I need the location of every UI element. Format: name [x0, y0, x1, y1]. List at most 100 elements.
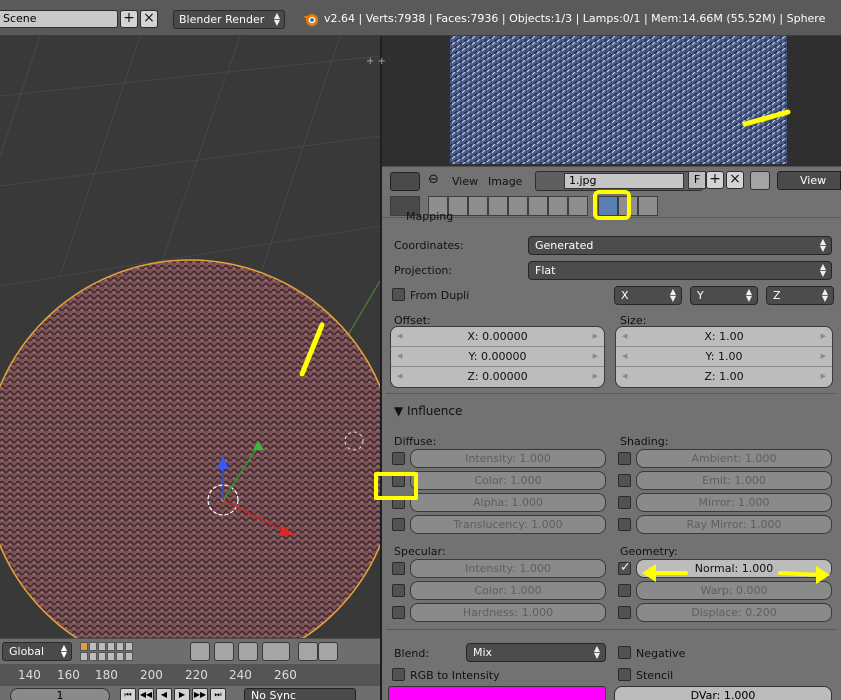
collapse-icon[interactable]: ⊖	[428, 172, 439, 187]
normal-field[interactable]: Normal: 1.000	[636, 559, 832, 578]
ray-mirror-checkbox[interactable]	[618, 518, 631, 531]
render-layers-icon[interactable]	[190, 642, 210, 661]
remove-scene-button[interactable]: ×	[140, 10, 158, 28]
timeline-ruler[interactable]: 140 160 180 200 220 240 260	[0, 664, 380, 686]
mirror-checkbox[interactable]	[618, 496, 631, 509]
warp-field[interactable]: Warp: 0.000	[636, 581, 832, 600]
size-vector[interactable]: ◀ X: 1.00 ▶ ◀ Y: 1.00 ▶ ◀ Z: 1.00 ▶	[615, 326, 833, 388]
object-tab-icon[interactable]	[488, 196, 508, 216]
size-z-field[interactable]: ◀ Z: 1.00 ▶	[616, 367, 832, 387]
map-x-dropdown[interactable]: X ▲ ▼	[614, 286, 682, 305]
map-y-dropdown[interactable]: Y ▲ ▼	[690, 286, 758, 305]
translucency-field[interactable]: Translucency: 1.000	[410, 515, 606, 534]
world-tab-icon[interactable]	[468, 196, 488, 216]
size-y-field[interactable]: ◀ Y: 1.00 ▶	[616, 347, 832, 367]
rgb-to-intensity-checkbox[interactable]	[392, 668, 405, 681]
ambient-checkbox[interactable]	[618, 452, 631, 465]
render-engine-label: Blender Render	[179, 13, 265, 26]
sync-mode-dropdown[interactable]: No Sync	[244, 688, 356, 700]
diffuse-intensity-field[interactable]: Intensity: 1.000	[410, 449, 606, 468]
diffuse-alpha-field[interactable]: Alpha: 1.000	[410, 493, 606, 512]
editor-type-button[interactable]	[390, 172, 420, 191]
3d-viewport[interactable]	[0, 36, 380, 638]
pin-icon[interactable]	[750, 171, 770, 190]
specular-color-checkbox[interactable]	[392, 584, 405, 597]
hardness-field[interactable]: Hardness: 1.000	[410, 603, 606, 622]
jump-start-icon[interactable]: ⏮	[120, 688, 136, 700]
snap-target-icon[interactable]	[262, 642, 290, 661]
prev-key-icon[interactable]: ◀◀	[138, 688, 154, 700]
texture-tab-icon[interactable]	[598, 196, 618, 216]
mirror-field[interactable]: Mirror: 1.000	[636, 493, 832, 512]
unlink-image-button[interactable]: ×	[726, 171, 744, 189]
offset-y-field[interactable]: ◀ Y: 0.00000 ▶	[391, 347, 604, 367]
specular-intensity-checkbox[interactable]	[392, 562, 405, 575]
new-image-button[interactable]: +	[706, 171, 724, 189]
proportional-edit-icon[interactable]	[214, 642, 234, 661]
tick-label: 180	[95, 668, 118, 682]
warp-checkbox[interactable]	[618, 584, 631, 597]
diffuse-color-field[interactable]: Color: 1.000	[410, 471, 606, 490]
displace-field[interactable]: Displace: 0.200	[636, 603, 832, 622]
emit-checkbox[interactable]	[618, 474, 631, 487]
fake-user-button[interactable]: F	[688, 171, 706, 189]
image-editor-area[interactable]	[382, 36, 841, 166]
translucency-checkbox[interactable]	[392, 518, 405, 531]
diffuse-color-checkbox[interactable]	[392, 474, 405, 487]
image-browser[interactable]: 1.jpg	[535, 171, 703, 191]
projection-dropdown[interactable]: Flat ▲ ▼	[528, 261, 832, 280]
offset-vector[interactable]: ◀ X: 0.00000 ▶ ◀ Y: 0.00000 ▶ ◀ Z: 0.00000 ▶	[390, 326, 605, 388]
timeline-header: 1 ⏮ ◀◀ ◀ ▶ ▶▶ ⏭ No Sync	[0, 686, 380, 700]
data-tab-icon[interactable]	[548, 196, 568, 216]
mapping-panel-title[interactable]: Mapping	[406, 210, 453, 223]
shading-label: Shading:	[620, 435, 669, 448]
coordinates-dropdown[interactable]: Generated ▲ ▼	[528, 236, 832, 255]
view-mode-dropdown[interactable]: View	[777, 171, 841, 190]
size-x-field[interactable]: ◀ X: 1.00 ▶	[616, 327, 832, 347]
dvar-field[interactable]: DVar: 1.000	[614, 686, 832, 700]
render-still-icon[interactable]	[298, 642, 318, 661]
constraint-tab-icon[interactable]	[528, 196, 548, 216]
map-z-dropdown[interactable]: Z ▲ ▼	[766, 286, 834, 305]
blend-dropdown[interactable]: Mix ▲ ▼	[466, 643, 606, 662]
particles-tab-icon[interactable]	[618, 196, 638, 216]
ambient-field[interactable]: Ambient: 1.000	[636, 449, 832, 468]
diffuse-alpha-checkbox[interactable]	[392, 496, 405, 509]
menu-image[interactable]: Image	[488, 175, 522, 188]
orientation-dropdown[interactable]: Global ▲ ▼	[2, 642, 72, 661]
displace-checkbox[interactable]	[618, 606, 631, 619]
influence-panel-header[interactable]: ▼ Influence	[394, 404, 462, 418]
render-engine-dropdown[interactable]: Blender Render ▲ ▼	[173, 10, 285, 29]
play-icon[interactable]: ▶	[174, 688, 190, 700]
hardness-checkbox[interactable]	[392, 606, 405, 619]
sphere-object[interactable]	[0, 259, 380, 638]
current-frame-field[interactable]: 1	[10, 688, 110, 700]
modifier-tab-icon[interactable]	[508, 196, 528, 216]
add-scene-button[interactable]: +	[120, 10, 138, 28]
next-key-icon[interactable]: ▶▶	[192, 688, 208, 700]
offset-z-field[interactable]: ◀ Z: 0.00000 ▶	[391, 367, 604, 387]
specular-intensity-field[interactable]: Intensity: 1.000	[410, 559, 606, 578]
viewport-canvas[interactable]	[0, 36, 380, 638]
snap-toggle-icon[interactable]	[238, 642, 258, 661]
menu-view[interactable]: View	[452, 175, 478, 188]
jump-end-icon[interactable]: ⏭	[210, 688, 226, 700]
ray-mirror-field[interactable]: Ray Mirror: 1.000	[636, 515, 832, 534]
from-dupli-checkbox[interactable]	[392, 288, 405, 301]
stencil-checkbox[interactable]	[618, 668, 631, 681]
negative-checkbox[interactable]	[618, 646, 631, 659]
image-name-field[interactable]: 1.jpg	[564, 173, 684, 189]
specular-color-field[interactable]: Color: 1.000	[410, 581, 606, 600]
material-tab-icon[interactable]	[568, 196, 588, 216]
scene-selector[interactable]: Scene	[0, 10, 118, 28]
play-reverse-icon[interactable]: ◀	[156, 688, 172, 700]
normal-checkbox[interactable]	[618, 560, 631, 575]
physics-tab-icon[interactable]	[638, 196, 658, 216]
offset-x-field[interactable]: ◀ X: 0.00000 ▶	[391, 327, 604, 347]
texture-color-swatch[interactable]	[388, 686, 606, 700]
render-anim-icon[interactable]	[318, 642, 338, 661]
diffuse-intensity-checkbox[interactable]	[392, 452, 405, 465]
layer-buttons[interactable]	[80, 642, 133, 661]
area-split-icon[interactable]: + +	[366, 56, 386, 67]
emit-field[interactable]: Emit: 1.000	[636, 471, 832, 490]
